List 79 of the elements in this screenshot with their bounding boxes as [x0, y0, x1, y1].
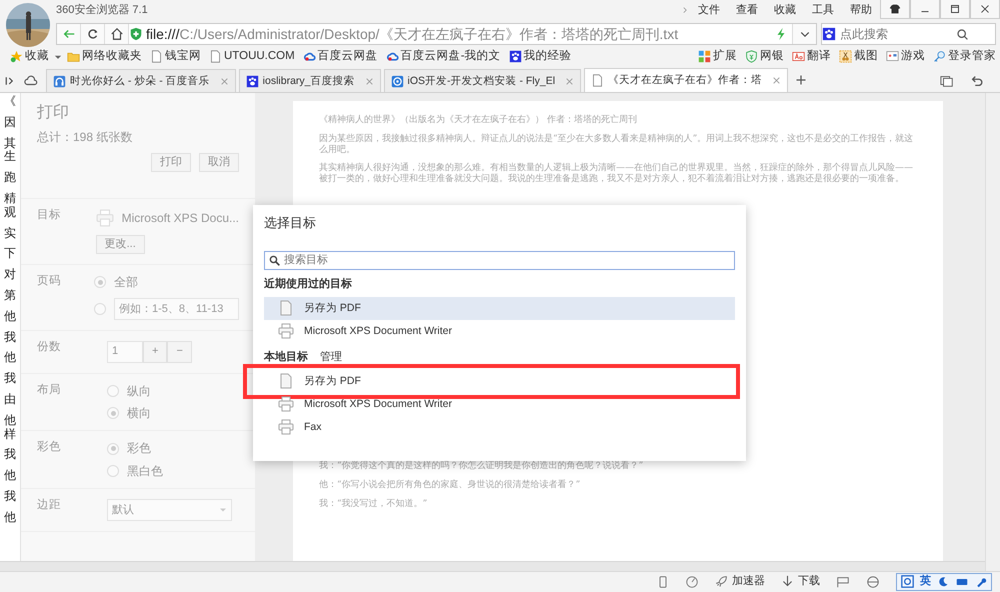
destination-item[interactable]: 另存为 PDF: [264, 296, 735, 320]
text-fragment: 他: [4, 351, 16, 366]
text-fragment: 下: [4, 247, 16, 262]
bookmark-link[interactable]: 收藏: [6, 50, 53, 64]
paragraph: 《精神病人的世界》（出版名为《天才在左疯子在右》） 作者：塔塔的死亡周刊: [319, 115, 638, 126]
menu-item[interactable]: 收藏: [766, 0, 804, 18]
text-fragment: 我: [4, 330, 16, 344]
field-label: 页码: [37, 275, 62, 290]
text-fragment: 他: [4, 510, 16, 525]
text-fragment: 跑: [4, 171, 16, 185]
search-field[interactable]: 点此搜索: [821, 23, 996, 45]
manage-link[interactable]: 管理: [320, 350, 342, 363]
panel-title: 打印: [37, 103, 70, 122]
toolbar-button[interactable]: 翻译: [788, 50, 835, 64]
text-fragment: 精观: [4, 192, 16, 220]
menu-item[interactable]: 查看: [728, 0, 766, 18]
text-fragment: 实: [4, 226, 16, 240]
search-field[interactable]: 搜索目标: [264, 250, 735, 270]
field-label: 布局: [37, 384, 62, 398]
toolbar-button[interactable]: 截图: [835, 50, 882, 64]
browser-tab[interactable]: 《天才在左疯子在右》作者：塔: [584, 68, 788, 92]
text-fragment: 因: [4, 116, 16, 130]
menu-item[interactable]: 工具: [804, 0, 842, 18]
text-fragment: 第: [4, 288, 16, 303]
paragraph: 因为某些原因，我接触过很多精神病人。辩证点儿的说法是“至少在大多数人看来是精神病的人”。用词上我不想深究，这也不是必交的工作报告，就这么用吧。: [319, 134, 914, 156]
page-count: 总计：198 纸张数: [37, 130, 134, 145]
option-label: 横向: [127, 406, 151, 420]
toolbar-button[interactable]: 登录管家: [929, 50, 1000, 64]
menu-item[interactable]: 帮助: [842, 0, 880, 18]
ime-mode[interactable]: 英: [920, 574, 931, 588]
bookmark-link[interactable]: 百度云网盘-我的文: [382, 50, 505, 64]
bookmark-link[interactable]: 网络收藏夹: [63, 50, 146, 64]
text-fragment: 我: [4, 490, 16, 504]
dialog-title: 选择目标: [264, 215, 317, 231]
destination-item[interactable]: 另存为 PDF: [264, 370, 735, 393]
window-title: 360安全浏览器 7.1: [56, 2, 148, 18]
page-range-field[interactable]: 例如：1-5、8、11-13: [114, 298, 239, 320]
destination-item[interactable]: Microsoft XPS Document Writer: [264, 392, 735, 416]
text-fragment: 他: [4, 310, 16, 324]
paragraph: 他：“你写小说会把所有角色的家庭、身世说的很清楚给读者看？”: [319, 480, 582, 491]
field-label: 边距: [37, 499, 62, 514]
text-fragment: 其生: [4, 136, 16, 164]
text-fragment: 对: [4, 268, 16, 282]
status-button[interactable]: 加速器: [715, 574, 765, 588]
status-button[interactable]: 下载: [781, 574, 820, 588]
section-heading: 近期使用过的目标: [264, 278, 352, 290]
paragraph: 我：“我没写过，不知道。”: [319, 498, 428, 510]
browser-tab[interactable]: iOS开发-开发文档安装 - Fly_El: [384, 69, 582, 92]
text-fragment: 《: [4, 95, 16, 109]
field-label: 彩色: [37, 441, 62, 456]
text-fragment: 我: [4, 372, 16, 386]
text-fragment: 他: [4, 469, 16, 483]
field-label: 目标: [37, 209, 62, 223]
address-bar[interactable]: file:///C:/Users/Administrator/Desktop/《天才在左疯子在右》作者：塔塔的死亡周刊.txt: [56, 23, 817, 45]
toolbar-button[interactable]: 游戏: [882, 50, 929, 64]
text-fragment: 他样: [4, 414, 16, 442]
paragraph: 我：“你觉得这个真的是这样的吗？你怎么证明我是你创造出的角色呢？说说看？”: [319, 460, 644, 472]
option-label: 全部: [114, 275, 138, 290]
bookmark-link[interactable]: 我的经验: [504, 50, 576, 64]
destination-item[interactable]: Microsoft XPS Document Writer: [264, 320, 735, 343]
printer-name: Microsoft XPS Docu...: [122, 210, 239, 226]
menu-item[interactable]: 文件: [690, 0, 728, 18]
bookmark-link[interactable]: UTOUU.COM: [205, 50, 299, 64]
destination-item[interactable]: Fax: [264, 416, 735, 439]
option-label: 黑白色: [127, 464, 163, 478]
toolbar-button[interactable]: 网银: [741, 50, 788, 64]
url-text: file:///C:/Users/Administrator/Desktop/《天才在左疯子在右》作者：塔塔的死亡周刊.txt: [145, 26, 680, 42]
text-fragment: 由: [4, 392, 16, 407]
browser-tab[interactable]: 时光你好么 - 炒朵 - 百度音乐: [46, 69, 236, 92]
field-label: 份数: [37, 340, 62, 355]
toolbar-button[interactable]: 扩展: [694, 50, 741, 64]
text-fragment: 我: [4, 448, 16, 462]
bookmark-link[interactable]: 钱宝网: [146, 50, 205, 64]
option-label: 彩色: [127, 441, 151, 456]
browser-tab[interactable]: ioslibrary_百度搜索: [238, 69, 381, 92]
option-label: 纵向: [127, 384, 151, 398]
section-heading: 本地目标: [264, 350, 308, 363]
bookmark-link[interactable]: 百度云网盘: [298, 50, 382, 64]
paragraph: 其实精神病人很好沟通，没想象的那么难。有相当数量的人逻辑上极为清晰——在他们自己的世界观里。当然，狂躁症的除外，那个得冒点儿风险——被打一类的，做好心理和生理准备就没大问题。我说的生理准备是逃跑，我又不是对方亲人，犯不着流着泪让对方揍，逃跑还是很必要的一项准备。: [319, 163, 914, 185]
